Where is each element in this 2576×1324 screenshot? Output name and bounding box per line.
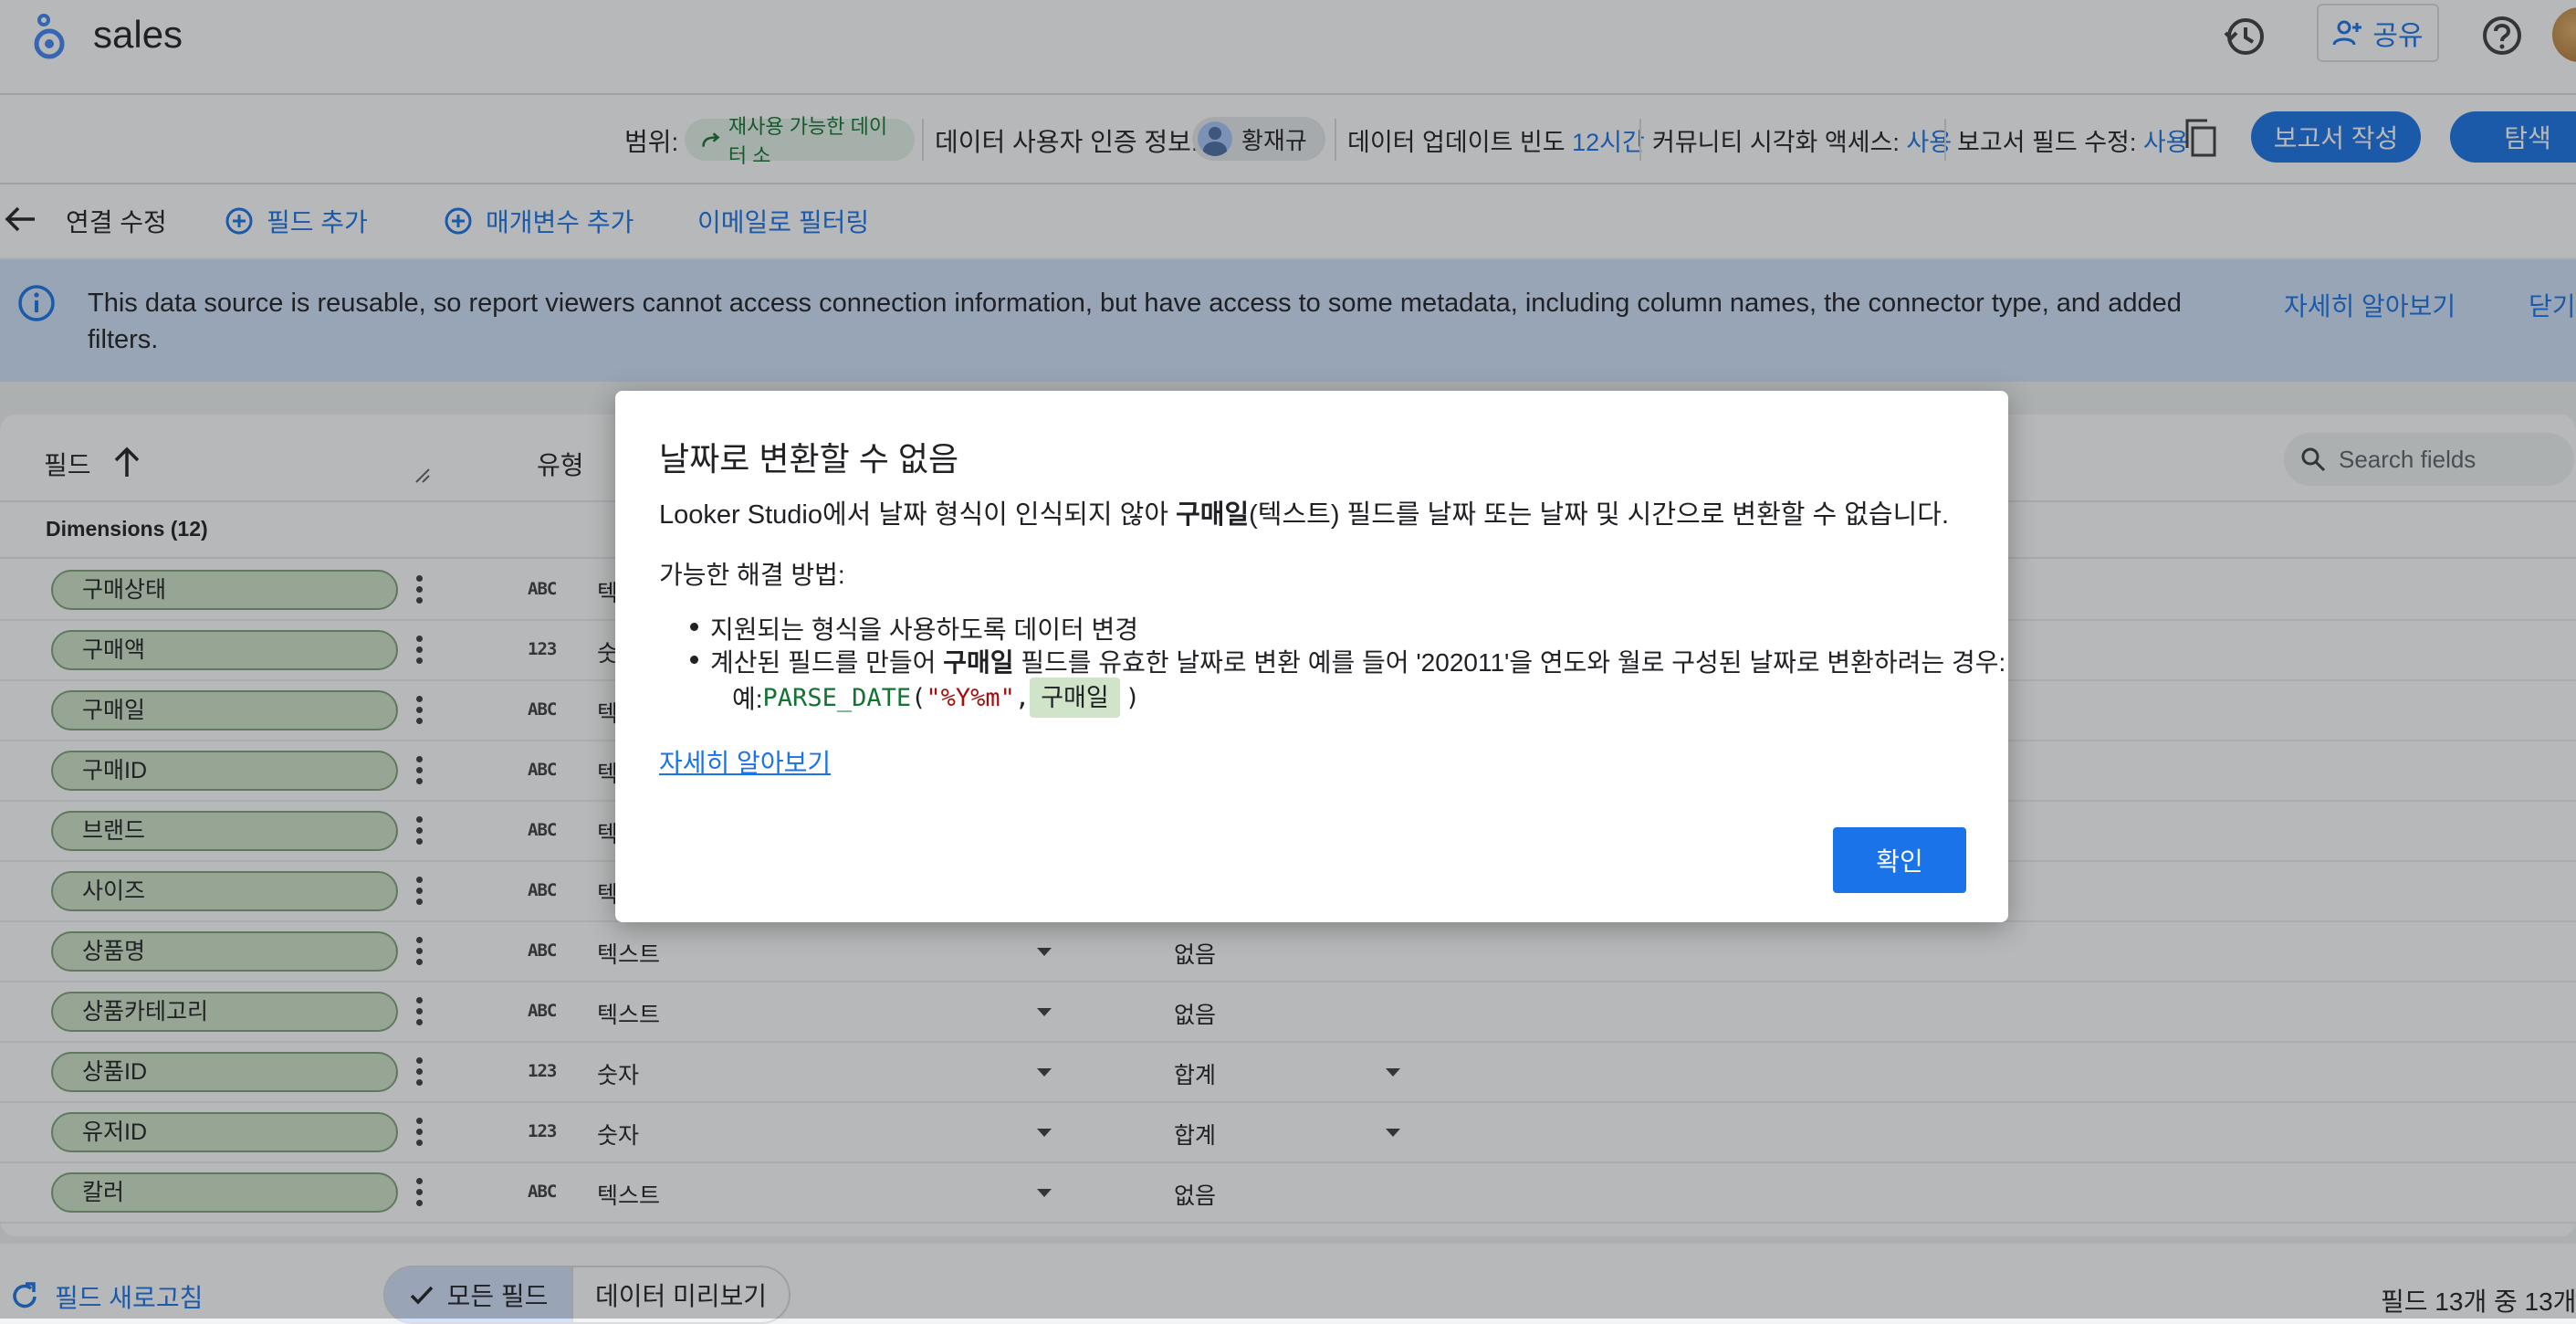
- formula-close-paren: ): [1125, 683, 1140, 712]
- confirm-button[interactable]: 확인: [1833, 827, 1966, 893]
- dialog-message-suffix: (텍스트) 필드를 날짜 또는 날짜 및 시간으로 변환할 수 없습니다.: [1249, 500, 1950, 530]
- formula-open-paren: (: [911, 683, 927, 712]
- solution-2-field: 구매일: [943, 648, 1014, 677]
- formula-format-string: "%Y%m": [926, 683, 1015, 712]
- dialog-message: Looker Studio에서 날짜 형식이 인식되지 않아 구매일(텍스트) …: [659, 493, 1949, 531]
- example-label: 예:: [732, 685, 763, 713]
- solution-item-2: 계산된 필드를 만들어 구매일 필드를 유효한 날짜로 변환 예를 들어 '20…: [689, 643, 2006, 679]
- formula-field-chip: 구매일: [1030, 678, 1120, 718]
- formula-comma: ,: [1014, 683, 1031, 712]
- formula-function: PARSE_DATE: [762, 683, 912, 712]
- dialog-message-field: 구매일: [1176, 500, 1250, 530]
- solution-2-suffix: 필드를 유효한 날짜로 변환 예를 들어 '202011'을 연도와 월로 구성…: [1013, 648, 2006, 677]
- solutions-label: 가능한 해결 방법:: [659, 561, 845, 589]
- dialog-learn-more-link[interactable]: 자세히 알아보기: [659, 743, 831, 780]
- dialog-title: 날짜로 변환할 수 없음: [659, 440, 959, 478]
- formula-example: 예: PARSE_DATE ( "%Y%m" , 구매일 ): [732, 678, 1140, 718]
- solution-2-prefix: 계산된 필드를 만들어: [710, 648, 944, 677]
- solution-item-1: 지원되는 형식을 사용하도록 데이터 변경: [689, 610, 1138, 646]
- dialog-message-prefix: Looker Studio에서 날짜 형식이 인식되지 않아: [659, 500, 1177, 530]
